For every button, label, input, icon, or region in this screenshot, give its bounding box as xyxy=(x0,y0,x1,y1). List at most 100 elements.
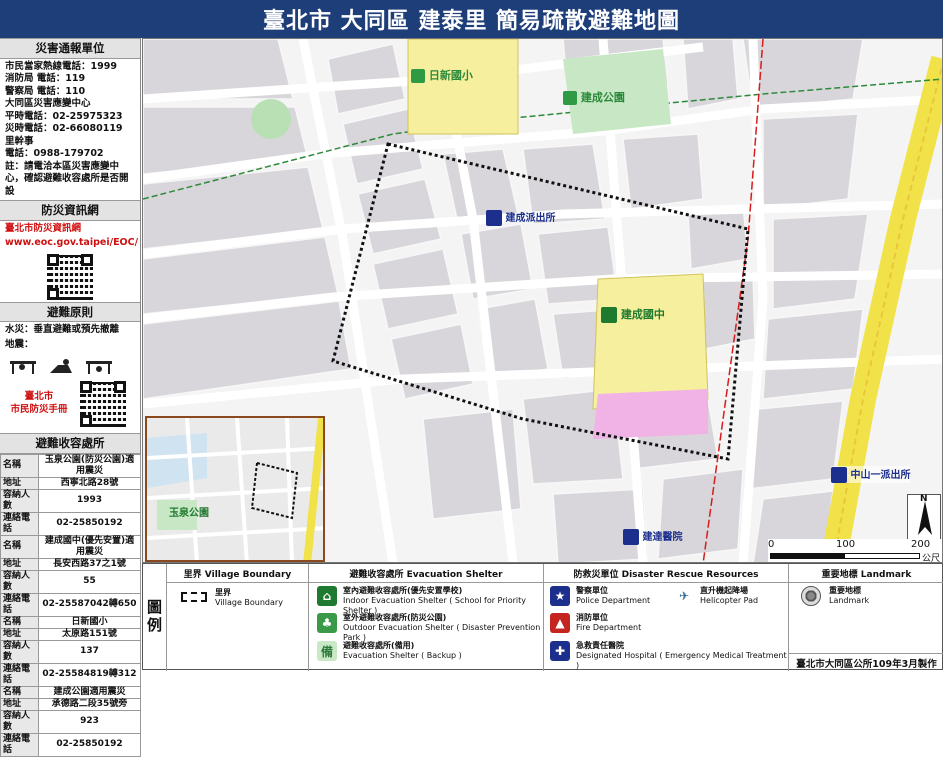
legend-shelter-head: 避難收容處所 Evacuation Shelter xyxy=(309,567,543,583)
legend-side: 圖 例 xyxy=(143,564,167,671)
report-info: 市民當家熱線電話：1999 消防局 電話：119 警察局 電話：110 大同區災害應變… xyxy=(0,59,140,201)
shelter-field-label: 地址 xyxy=(0,697,39,711)
hospital-icon: ✚ xyxy=(550,641,570,661)
fire-icon: ▲ xyxy=(550,613,570,633)
shelter-field-value: 923 xyxy=(38,709,141,734)
north-label: N xyxy=(920,494,928,504)
inset-map-drawing xyxy=(147,418,323,560)
map-title: 臺北市 大同區 建泰里 簡易疏散避難地圖 xyxy=(0,0,943,38)
shelter-row: 名稱 日新國小 xyxy=(0,615,141,629)
legend-landmark-head: 重要地標 Landmark xyxy=(789,567,943,583)
handbook-block: 臺北市 市民防災手冊 xyxy=(0,377,140,433)
legend-rescue: 防救災單位 Disaster Rescue Resources ★ 警察單位 Po… xyxy=(544,564,789,671)
hospital-icon xyxy=(623,529,639,545)
shelter-row: 連絡電話 02-25850192 xyxy=(0,732,141,757)
quake-pictogram xyxy=(0,353,140,377)
shelter-row: 容納人數 55 xyxy=(0,569,141,594)
legend-boundary-item: 里界 Village Boundary xyxy=(215,588,283,607)
shelter-field-value: 137 xyxy=(38,639,141,664)
legend-l1: 重要地標 Landmark xyxy=(829,586,870,605)
shelter-field-label: 容納人數 xyxy=(0,488,39,513)
handbook-qr-icon xyxy=(80,381,126,427)
shelter-row: 連絡電話 02-25850192 xyxy=(0,511,141,536)
shelter-field-value: 02-25587042轉650 xyxy=(38,592,141,617)
shelter-field-value: 02-25584819轉312 xyxy=(38,662,141,687)
scale-0: 0 xyxy=(768,539,775,550)
shelter-field-value: 長安西路37之1號 xyxy=(38,557,141,571)
report-line: 大同區災害應變中心 xyxy=(5,98,91,109)
legend-boundary-head: 里界 Village Boundary xyxy=(167,567,308,583)
shelter-table: 名稱 玉泉公園(防災公園)適用震災 地址 西寧北路28號 容納人數 1993 連絡電話 02-… xyxy=(0,453,141,757)
shelter-field-label: 名稱 xyxy=(0,534,39,559)
police-icon: ★ xyxy=(550,586,570,606)
shelter-row: 地址 長安西路37之1號 xyxy=(0,557,141,571)
qr-code-icon xyxy=(47,253,93,300)
scale-200: 200 xyxy=(911,539,931,550)
landmark-icon xyxy=(801,586,821,606)
scale-100: 100 xyxy=(836,539,856,550)
report-line: 里幹事 xyxy=(5,135,34,147)
jiancheng-park-label[interactable]: 建成公園 xyxy=(563,89,625,105)
shelter-row: 連絡電話 02-25584819轉312 xyxy=(0,662,141,687)
shelter-row: 地址 西寧北路28號 xyxy=(0,476,141,490)
yuquan-park-label: 玉泉公園 xyxy=(169,508,209,519)
police-station-2-label[interactable]: 中山一派出所 xyxy=(831,466,911,483)
shelter-row: 地址 太原路151號 xyxy=(0,627,141,641)
police-icon xyxy=(486,210,502,226)
inset-map[interactable]: 玉泉公園 xyxy=(145,416,325,562)
hospital-label[interactable]: 建達醫院 xyxy=(623,528,682,545)
jiancheng-school-label[interactable]: 建成國中 xyxy=(601,306,665,323)
shelter-row: 容納人數 137 xyxy=(0,639,141,664)
legend-r2: 消防單位 Fire Department xyxy=(576,613,642,632)
shelter-backup-icon xyxy=(563,91,577,105)
shelter-field-label: 容納人數 xyxy=(0,569,39,594)
report-line: 消防局 電話：119 xyxy=(5,73,86,84)
map-area[interactable]: 日新國小 建成公園 建成國中 建成派出所 中山一派出所 建達醫院 玉泉公園 N … xyxy=(142,38,943,563)
shelter-field-value: 建成公園適用震災 xyxy=(38,685,141,699)
legend-landmark: 重要地標 Landmark 重要地標 Landmark 臺北市大同區公所109年3… xyxy=(789,564,943,671)
shelter-field-value: 玉泉公園(防災公園)適用震災 xyxy=(38,453,141,478)
indoor-shelter-icon xyxy=(601,307,617,323)
shelter-field-label: 地址 xyxy=(0,627,39,641)
legend-shelter: 避難收容處所 Evacuation Shelter ⌂ 室內避難收容處所(優先安… xyxy=(309,564,544,671)
shelter-field-value: 西寧北路28號 xyxy=(38,476,141,490)
rixin-school-label[interactable]: 日新國小 xyxy=(411,67,473,83)
boundary-icon xyxy=(181,592,207,602)
helicopter-icon: ✈ xyxy=(674,586,694,606)
shelter-field-value: 建成國中(優先安置)適用震災 xyxy=(38,534,141,559)
shelter-row: 名稱 建成國中(優先安置)適用震災 xyxy=(0,534,141,559)
handbook-label[interactable]: 臺北市 市民防災手冊 xyxy=(4,391,74,416)
indoor-shelter-icon: ⌂ xyxy=(317,586,337,606)
legend-rescue-head: 防救災單位 Disaster Rescue Resources xyxy=(544,567,788,583)
shelter-row: 容納人數 1993 xyxy=(0,488,141,513)
web-qr xyxy=(0,252,140,302)
legend-side-label: 圖 例 xyxy=(147,598,163,634)
scale-bar: 0 100 200 公尺 xyxy=(768,539,942,563)
report-line: 註：請電洽本區災害應變中心，確認避難收容處所是否開設 xyxy=(5,160,129,197)
web-name: 臺北市防災資訊網 xyxy=(5,222,82,234)
legend-r4: 直升機起降場 Helicopter Pad xyxy=(700,586,759,605)
outdoor-shelter-icon: ♣ xyxy=(317,613,337,633)
report-line: 電話：0988-179702 xyxy=(5,148,104,159)
report-line: 平時電話：02-25975323 xyxy=(5,110,123,122)
shelter-field-value: 02-25850192 xyxy=(38,732,141,757)
shelter-field-label: 地址 xyxy=(0,476,39,490)
legend-s1: 室內避難收容處所(優先安置學校) Indoor Evacuation Shelte… xyxy=(343,586,527,615)
police-station-label[interactable]: 建成派出所 xyxy=(486,209,555,226)
police-icon xyxy=(831,467,847,483)
shelter-field-label: 名稱 xyxy=(0,453,39,478)
shelter-field-value: 02-25850192 xyxy=(38,511,141,536)
report-heading: 災害通報單位 xyxy=(0,38,140,59)
shelter-backup-icon xyxy=(411,69,425,83)
shelter-field-label: 連絡電話 xyxy=(0,511,39,536)
backup-shelter-icon: 備 xyxy=(317,641,337,661)
shelter-row: 地址 承德路二段35號旁 xyxy=(0,697,141,711)
report-line: 災時電話：02-66080119 xyxy=(5,123,123,134)
north-arrow: N xyxy=(907,494,941,542)
web-url[interactable]: www.eoc.gov.taipei/EOC/ xyxy=(0,237,140,252)
web-heading: 防災資訊網 xyxy=(0,200,140,221)
principle-quake: 地震： xyxy=(5,338,34,350)
scale-unit: 公尺 xyxy=(922,554,941,563)
shelter-field-value: 太原路151號 xyxy=(38,627,141,641)
legend-s2: 室外避難收容處所(防災公園) Outdoor Evacuation Shelter… xyxy=(343,613,541,642)
